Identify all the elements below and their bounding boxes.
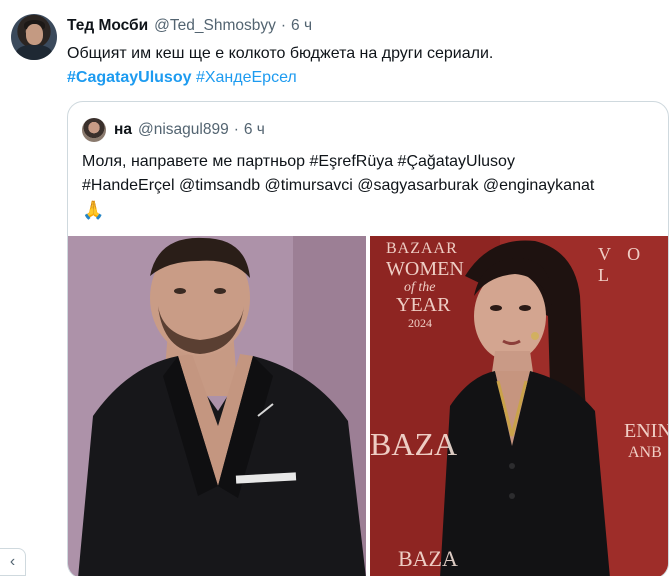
quote-text-line: #HandeErçel @timsandb @timursavci @sagya… bbox=[82, 177, 595, 194]
quoted-tweet[interactable]: на @nisagul899 · 6 ч Моля, направете ме … bbox=[67, 101, 669, 576]
photo-woman-on-red-carpet[interactable]: BAZAAR WOMEN of the YEAR 2024 V O L BAZA… bbox=[370, 236, 669, 576]
backdrop-text: 2024 bbox=[408, 316, 432, 330]
backdrop-text: WOMEN bbox=[386, 258, 464, 280]
folded-hands-emoji: 🙏 bbox=[82, 200, 105, 220]
tweet-text: Общият им кеш ще е колкото бюджета на др… bbox=[67, 45, 494, 62]
quote-text-line: Моля, направете ме партньор #EşrefRüya #… bbox=[82, 153, 515, 170]
chevron-left-icon[interactable]: ‹ bbox=[0, 548, 26, 576]
backdrop-text: YEAR bbox=[396, 294, 451, 316]
quote-author-avatar[interactable] bbox=[82, 118, 106, 142]
quote-text: Моля, направете ме партньор #EşrefRüya #… bbox=[82, 150, 662, 224]
photo-man-in-black-suit[interactable] bbox=[68, 236, 366, 576]
hashtag-link[interactable]: #ХандеЕрсел bbox=[196, 69, 297, 86]
backdrop-text: BAZAAR bbox=[386, 240, 458, 257]
hashtag-link[interactable]: #CagatayUlusoy bbox=[67, 69, 192, 86]
tweet-hashtags: #CagatayUlusoy #ХандеЕрсел bbox=[67, 66, 297, 90]
tweet[interactable]: Тед Мосби @Ted_Shmosbyy · 6 ч Общият им … bbox=[0, 0, 670, 576]
author-avatar[interactable] bbox=[11, 14, 57, 60]
backdrop-text: V O L bbox=[598, 244, 647, 285]
quote-author-name[interactable]: на bbox=[114, 121, 132, 139]
backdrop-text: BAZA bbox=[398, 546, 458, 571]
quote-time[interactable]: 6 ч bbox=[244, 121, 265, 139]
author-name[interactable]: Тед Мосби bbox=[67, 17, 148, 35]
tweet-header: Тед Мосби @Ted_Shmosbyy · 6 ч bbox=[67, 15, 312, 37]
quote-author-handle[interactable]: @nisagul899 bbox=[138, 121, 229, 139]
tweet-time[interactable]: 6 ч bbox=[291, 17, 312, 35]
quote-header: на @nisagul899 · 6 ч bbox=[82, 118, 265, 142]
author-handle[interactable]: @Ted_Shmosbyy bbox=[154, 17, 276, 35]
backdrop-text: ENIN bbox=[624, 420, 669, 442]
separator-dot: · bbox=[280, 17, 287, 34]
backdrop-text: ANB bbox=[628, 444, 662, 461]
separator-dot: · bbox=[233, 121, 239, 138]
backdrop-text: BAZA bbox=[370, 426, 458, 462]
